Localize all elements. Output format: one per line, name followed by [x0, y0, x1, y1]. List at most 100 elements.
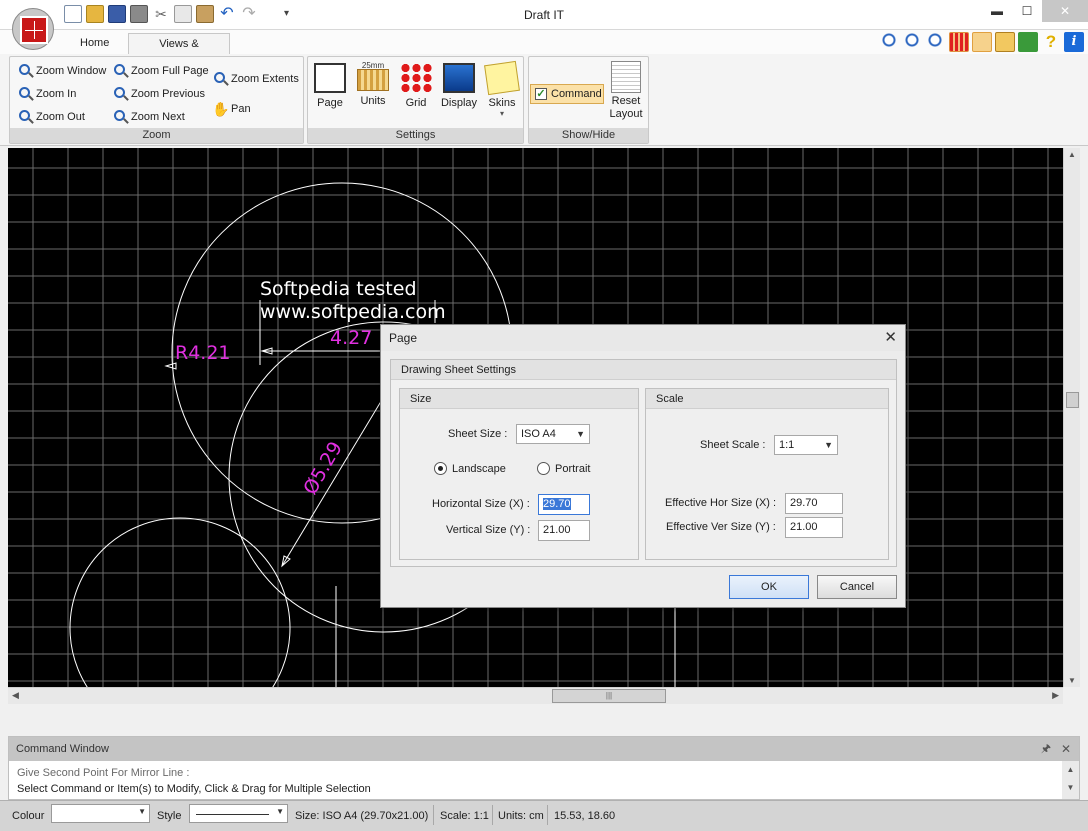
- app-logo-icon: [20, 16, 48, 44]
- effective-hor-size-label: Effective Hor Size (X) :: [665, 497, 777, 509]
- zoom-next-icon: [114, 110, 125, 121]
- close-button[interactable]: ✕: [1042, 0, 1088, 22]
- zoom-full-page-button[interactable]: Zoom Full Page: [109, 61, 209, 81]
- command-history-line: Give Second Point For Mirror Line :: [17, 767, 190, 779]
- window-controls: ▬ ☐ ✕: [982, 0, 1088, 22]
- divider: [492, 805, 493, 825]
- scroll-up-icon[interactable]: ▲: [1068, 150, 1076, 159]
- window-title: Draft IT: [523, 8, 564, 22]
- lock-icon[interactable]: [995, 32, 1015, 52]
- zoom-next-button[interactable]: Zoom Next: [109, 107, 185, 127]
- reset-layout-icon: [611, 61, 641, 93]
- style-label: Style: [157, 810, 182, 822]
- tab-home[interactable]: Home: [70, 33, 119, 55]
- zoom-in-tool-icon[interactable]: [903, 32, 923, 52]
- zoom-extents-button[interactable]: Zoom Extents: [209, 69, 299, 89]
- radius-dimension-text[interactable]: R4.21: [175, 342, 231, 364]
- scroll-down-icon[interactable]: ▼: [1068, 676, 1076, 685]
- grid-button[interactable]: Grid: [394, 61, 438, 127]
- application-menu-button[interactable]: [12, 8, 54, 50]
- line-style-select[interactable]: ▼: [189, 804, 288, 823]
- zoom-tool-icon[interactable]: [880, 32, 900, 52]
- ruler-icon: 25mm: [357, 61, 389, 91]
- scroll-right-icon[interactable]: ▶: [1052, 690, 1059, 701]
- page-dialog: Page ✕ Drawing Sheet Settings Size Sheet…: [380, 324, 906, 608]
- zoom-group-label: Zoom: [10, 128, 303, 143]
- chevron-down-icon: ▼: [276, 807, 284, 816]
- divider: [433, 805, 434, 825]
- effective-ver-size-field: 21.00: [785, 517, 843, 538]
- colour-select[interactable]: ▼: [51, 804, 150, 823]
- skins-button[interactable]: Skins ▾: [480, 60, 524, 127]
- horizontal-size-label: Horizontal Size (X) :: [432, 498, 530, 510]
- command-window-title: Command Window: [16, 743, 109, 755]
- title-bar: ✂ ↶ ↷ ▾ Draft IT ▬ ☐ ✕: [0, 0, 1088, 30]
- command-window-scrollbar[interactable]: ▲ ▼: [1062, 761, 1079, 799]
- command-window: Command Window 🖈 ✕ Give Second Point For…: [8, 736, 1080, 800]
- pin-icon[interactable]: 🖈: [1041, 737, 1051, 761]
- vertical-scrollbar[interactable]: ▲ ▼: [1063, 148, 1080, 687]
- tab-views-settings[interactable]: Views & Settings: [128, 33, 230, 70]
- zoom-out-button[interactable]: Zoom Out: [14, 107, 85, 127]
- close-icon[interactable]: ✕: [884, 328, 897, 346]
- scroll-down-icon[interactable]: ▼: [1062, 779, 1079, 797]
- radio-unselected-icon: [537, 462, 550, 475]
- linear-dimension-text[interactable]: 4.27: [330, 327, 372, 349]
- chevron-down-icon: ▼: [138, 807, 146, 816]
- drawing-sheet-settings-frame: Drawing Sheet Settings Size Sheet Size :…: [390, 359, 897, 567]
- dialog-title-bar[interactable]: Page: [381, 325, 905, 351]
- info-icon[interactable]: i: [1064, 32, 1084, 52]
- sheet-size-select[interactable]: ISO A4 ▼: [516, 424, 590, 444]
- zoom-previous-button[interactable]: Zoom Previous: [109, 84, 205, 104]
- command-prompt-line[interactable]: Select Command or Item(s) to Modify, Cli…: [9, 781, 1079, 797]
- cancel-button[interactable]: Cancel: [817, 575, 897, 599]
- help-icon[interactable]: ?: [1041, 32, 1061, 52]
- vertical-size-field[interactable]: 21.00: [538, 520, 590, 541]
- command-window-toggle[interactable]: ✓ Command: [530, 84, 604, 104]
- zoom-extents-icon: [214, 72, 225, 83]
- checkbox-checked-icon[interactable]: ✓: [535, 88, 547, 100]
- zoom-group: Zoom Window Zoom In Zoom Out Zoom Full P…: [9, 56, 304, 144]
- scale-panel: Scale Sheet Scale : 1:1 ▼ Effective Hor S…: [645, 388, 889, 560]
- vertical-size-label: Vertical Size (Y) :: [446, 524, 531, 536]
- pan-button[interactable]: ✋ Pan: [209, 99, 251, 119]
- divider: [547, 805, 548, 825]
- snap-toggle-icon[interactable]: [972, 32, 992, 52]
- maximize-button[interactable]: ☐: [1012, 0, 1042, 22]
- scale-status: Scale: 1:1: [440, 810, 489, 822]
- zoom-previous-icon: [114, 87, 125, 98]
- dialog-title: Page: [389, 331, 418, 345]
- reset-layout-button[interactable]: Reset Layout: [605, 58, 647, 121]
- frame-title: Drawing Sheet Settings: [391, 360, 896, 380]
- horizontal-size-field[interactable]: 29.70: [538, 494, 590, 515]
- page-icon: [314, 63, 346, 93]
- effective-hor-size-field: 29.70: [785, 493, 843, 514]
- sheet-scale-select[interactable]: 1:1 ▼: [774, 435, 838, 455]
- units-button[interactable]: 25mm Units: [351, 61, 395, 127]
- diameter-dimension-text[interactable]: Ø5.29: [299, 438, 347, 499]
- ok-button[interactable]: OK: [729, 575, 809, 599]
- size-panel-heading: Size: [400, 389, 638, 409]
- scroll-left-icon[interactable]: ◀: [12, 690, 19, 701]
- scroll-up-icon[interactable]: ▲: [1062, 761, 1079, 779]
- grid-toggle-icon[interactable]: [949, 32, 969, 52]
- tab-toolbar: ? i: [880, 32, 1084, 52]
- zoom-out-tool-icon[interactable]: [926, 32, 946, 52]
- minimize-button[interactable]: ▬: [982, 0, 1012, 22]
- vertical-scroll-thumb[interactable]: [1066, 392, 1079, 408]
- portrait-radio[interactable]: Portrait: [537, 462, 590, 476]
- landscape-radio[interactable]: Landscape: [434, 462, 506, 476]
- horizontal-scroll-thumb[interactable]: |||: [552, 689, 666, 703]
- close-icon[interactable]: ✕: [1061, 737, 1071, 761]
- page-button[interactable]: Page: [308, 61, 352, 127]
- radio-selected-icon: [434, 462, 447, 475]
- zoom-full-page-icon: [114, 64, 125, 75]
- export-icon[interactable]: [1018, 32, 1038, 52]
- zoom-window-button[interactable]: Zoom Window: [14, 61, 106, 81]
- grid-icon: [400, 63, 432, 93]
- display-button[interactable]: Display: [437, 61, 481, 127]
- horizontal-scrollbar[interactable]: ◀ ||| ▶: [8, 687, 1063, 704]
- status-bar: Colour ▼ Style ▼ Size: ISO A4 (29.70x21.…: [0, 800, 1088, 831]
- zoom-in-button[interactable]: Zoom In: [14, 84, 76, 104]
- command-window-header: Command Window 🖈 ✕: [9, 737, 1079, 761]
